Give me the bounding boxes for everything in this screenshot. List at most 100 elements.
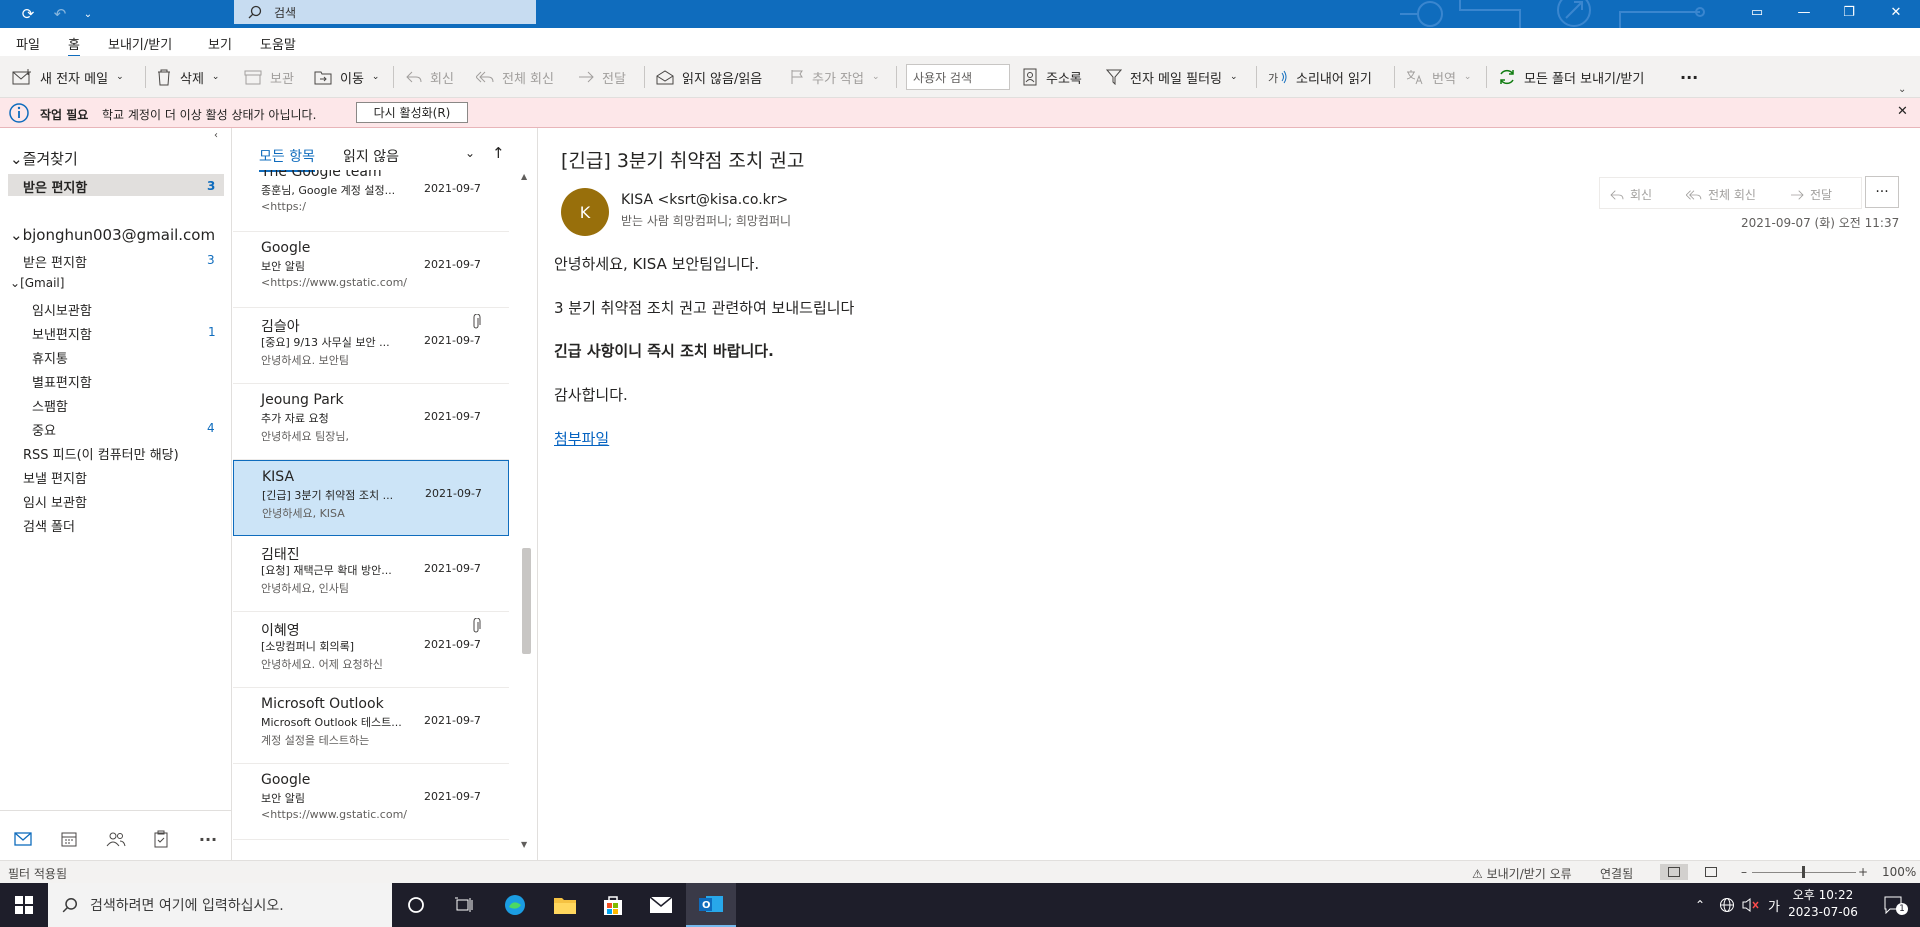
quick-access-dropdown-icon[interactable]: ⌄ <box>76 2 100 26</box>
account-header[interactable]: ⌄bjonghun003@gmail.com <box>10 226 215 244</box>
restore-button[interactable]: ❐ <box>1826 0 1872 24</box>
reply-button[interactable]: 회신 <box>406 65 454 89</box>
reading-view-icon[interactable] <box>1705 867 1717 877</box>
translate-button[interactable]: 번역 ⌄ <box>1406 65 1471 89</box>
forward-button[interactable]: 전달 <box>578 65 626 89</box>
taskbar-search-box[interactable]: 검색하려면 여기에 입력하십시오. <box>48 883 392 927</box>
ribbon-display-options-icon[interactable]: ▭ <box>1734 0 1780 24</box>
read-unread-button[interactable]: 읽지 않음/읽음 <box>656 65 762 89</box>
attachment-link[interactable]: 첨부파일 <box>554 428 609 449</box>
list-item-selected[interactable]: KISA [긴급] 3분기 취약점 조치 ... 안녕하세요, KISA 202… <box>233 460 509 536</box>
gmail-group[interactable]: ⌄[Gmail] <box>10 276 64 290</box>
task-view-icon[interactable] <box>440 883 488 927</box>
folder-search[interactable]: 검색 폴더 <box>23 516 75 535</box>
folder-drafts[interactable]: 임시보관함 <box>32 300 92 319</box>
scroll-down-arrow-icon[interactable]: ▼ <box>521 840 527 849</box>
folder-starred[interactable]: 별표편지함 <box>32 372 92 391</box>
mail-icon[interactable] <box>11 827 35 851</box>
outlook-taskbar-icon[interactable]: O <box>686 883 736 927</box>
windows-start-icon[interactable] <box>0 883 48 927</box>
folder-sent[interactable]: 보낸편지함 <box>32 324 92 343</box>
move-button[interactable]: 이동 ⌄ <box>314 65 379 89</box>
scrollbar-thumb[interactable] <box>522 548 531 654</box>
scroll-up-arrow-icon[interactable]: ▲ <box>521 172 527 181</box>
close-button[interactable]: ✕ <box>1873 0 1919 24</box>
folder-trash[interactable]: 휴지통 <box>32 348 68 367</box>
address-book-button[interactable]: 주소록 <box>1022 65 1082 89</box>
folder-spam[interactable]: 스팸함 <box>32 396 68 415</box>
close-warning-icon[interactable]: ✕ <box>1897 104 1908 119</box>
people-search-input[interactable]: 사용자 검색 <box>906 64 1010 90</box>
reading-more-button[interactable]: ··· <box>1865 176 1899 208</box>
folder-rss[interactable]: RSS 피드(이 컴퓨터만 해당) <box>23 444 179 463</box>
sender-address[interactable]: KISA <ksrt@kisa.co.kr> <box>621 192 788 208</box>
notification-center-icon[interactable]: 1 <box>1874 883 1914 927</box>
list-item[interactable]: Microsoft Outlook Microsoft Outlook 테스트.… <box>233 688 509 764</box>
message-list-scrollbar[interactable]: ▲ ▼ <box>518 170 535 853</box>
people-icon[interactable] <box>104 827 128 851</box>
undo-icon[interactable]: ↶ <box>48 2 72 26</box>
tab-send-receive[interactable]: 보내기/받기 <box>108 34 172 53</box>
zoom-in-button[interactable]: + <box>1858 865 1868 879</box>
reading-reply-all-button[interactable]: 전체 회신 <box>1686 186 1756 203</box>
ribbon-collapse-icon[interactable]: ⌄ <box>1898 84 1906 95</box>
store-icon[interactable] <box>588 883 638 927</box>
calendar-icon[interactable] <box>57 827 81 851</box>
volume-muted-icon[interactable] <box>1740 883 1762 927</box>
file-explorer-icon[interactable] <box>540 883 590 927</box>
filter-all-tab[interactable]: 모든 항목 <box>259 146 315 172</box>
folder-important[interactable]: 중요 <box>32 420 56 439</box>
ime-indicator[interactable]: 가 <box>1764 883 1784 927</box>
minimize-button[interactable]: — <box>1781 0 1827 24</box>
sync-icon[interactable]: ⟳ <box>16 2 40 26</box>
collapse-folder-pane-icon[interactable]: ‹ <box>214 130 218 141</box>
cortana-icon[interactable] <box>392 883 440 927</box>
title-search-placeholder: 검색 <box>274 5 297 20</box>
reading-reply-button[interactable]: 회신 <box>1610 186 1652 203</box>
send-receive-error-status[interactable]: ⚠ 보내기/받기 오류 <box>1472 865 1572 882</box>
show-hidden-icons-icon[interactable]: ⌃ <box>1690 883 1710 927</box>
list-item[interactable]: Google 보안 알림 <https://www.gstatic.com/ 2… <box>233 764 509 840</box>
zoom-slider-thumb[interactable] <box>1802 866 1805 878</box>
list-item[interactable]: 이혜영 [소망컴퍼니 회의록] 안녕하세요. 어제 요청하신 2021-09-7 <box>233 612 509 688</box>
zoom-level[interactable]: 100% <box>1882 865 1916 879</box>
folder-inbox[interactable]: 받은 편지함 <box>23 252 87 271</box>
favorites-header[interactable]: ⌄즐겨찾기 <box>10 148 78 169</box>
filter-email-button[interactable]: 전자 메일 필터링 ⌄ <box>1106 65 1238 89</box>
list-item[interactable]: 김태진 [요청] 재택근무 확대 방안... 안녕하세요, 인사팀 2021-0… <box>233 536 509 612</box>
reply-all-button[interactable]: 전체 회신 <box>476 65 554 89</box>
title-search-box[interactable]: 검색 <box>234 0 536 24</box>
list-item[interactable]: Google 보안 알림 <https://www.gstatic.com/ 2… <box>233 232 509 308</box>
tab-home[interactable]: 홈 <box>68 34 80 58</box>
email-date: 2021-09-07 (화) 오전 11:37 <box>1741 216 1900 230</box>
tab-view[interactable]: 보기 <box>208 34 232 53</box>
archive-button[interactable]: 보관 <box>244 65 294 89</box>
edge-icon[interactable] <box>490 883 540 927</box>
network-icon[interactable] <box>1716 883 1738 927</box>
more-modules-icon[interactable]: ··· <box>196 827 220 851</box>
delete-button[interactable]: 삭제 ⌄ <box>156 65 219 89</box>
folder-temp[interactable]: 임시 보관함 <box>23 492 87 511</box>
zoom-out-button[interactable]: – <box>1741 865 1747 879</box>
tasks-icon[interactable] <box>149 827 173 851</box>
reactivate-button[interactable]: 다시 활성화(R) <box>356 102 468 123</box>
filter-unread-tab[interactable]: 읽지 않음 <box>343 146 399 166</box>
ribbon-more-button[interactable]: ··· <box>1680 65 1698 89</box>
favorites-inbox[interactable]: 받은 편지함 <box>8 174 224 196</box>
taskbar-clock[interactable]: 오후 10:22 2023-07-06 <box>1786 887 1860 921</box>
sender-avatar[interactable]: K <box>561 188 609 236</box>
list-item[interactable]: 김슬아 [중요] 9/13 사무실 보안 ... 안녕하세요. 보안팀 2021… <box>233 308 509 384</box>
read-aloud-button[interactable]: 가 소리내어 읽기 <box>1268 65 1372 89</box>
list-item[interactable]: The Google team 종훈님, Google 계정 설정... <ht… <box>233 170 509 232</box>
folder-outbox[interactable]: 보낼 편지함 <box>23 468 87 487</box>
sort-direction-arrow-icon[interactable]: ↑ <box>492 144 505 162</box>
sort-dropdown-icon[interactable]: ⌄ <box>465 146 475 160</box>
new-mail-button[interactable]: 새 전자 메일 ⌄ <box>12 65 124 89</box>
send-receive-all-button[interactable]: 모든 폴더 보내기/받기 <box>1498 65 1644 89</box>
mail-app-icon[interactable] <box>636 883 686 927</box>
tab-file[interactable]: 파일 <box>16 34 40 53</box>
tab-help[interactable]: 도움말 <box>260 34 296 53</box>
reading-forward-button[interactable]: 전달 <box>1790 186 1832 203</box>
list-item[interactable]: Jeoung Park 추가 자료 요청 안녕하세요 팀장님, 2021-09-… <box>233 384 509 460</box>
followup-button[interactable]: 추가 작업 ⌄ <box>790 65 880 89</box>
